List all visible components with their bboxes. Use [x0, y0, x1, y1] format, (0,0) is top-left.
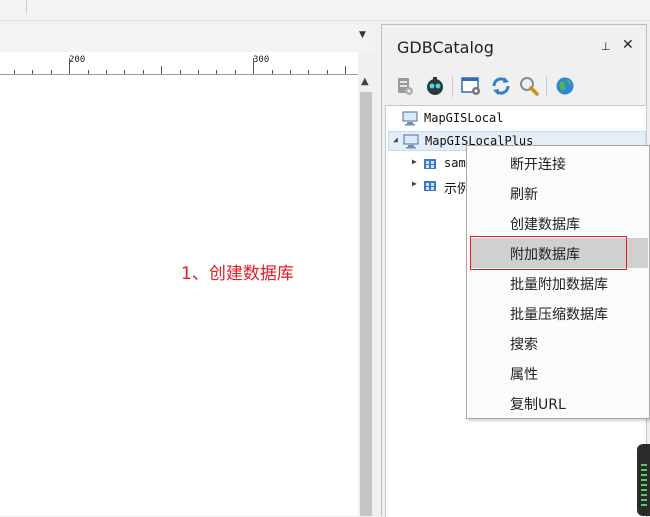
collapsed-arrow-icon[interactable]: ▶	[412, 157, 417, 166]
ruler-tick	[308, 70, 310, 74]
tree-node-label: MapGISLocal	[424, 111, 504, 125]
ruler-tick	[253, 58, 255, 74]
ruler-label-200: 200	[69, 55, 86, 65]
ruler-tick	[32, 70, 34, 74]
ruler-tick	[87, 70, 89, 74]
ruler-tick	[106, 70, 107, 74]
map-canvas[interactable]	[0, 75, 358, 516]
toolbar-separator	[546, 77, 547, 97]
search-icon[interactable]	[518, 75, 540, 97]
ruler-tick	[161, 66, 163, 74]
toolbar-separator	[452, 77, 453, 97]
ruler-tick	[142, 70, 144, 74]
ruler-tick	[198, 70, 199, 74]
meter-bar	[641, 469, 647, 471]
meter-bar	[641, 489, 647, 491]
menu-item-properties[interactable]: 属性	[470, 359, 648, 387]
window-settings-icon[interactable]	[460, 75, 482, 97]
collapsed-arrow-icon[interactable]: ▶	[412, 179, 417, 188]
meter-bar	[641, 474, 647, 476]
menu-item-batch-attach-database[interactable]: 批量附加数据库	[470, 269, 648, 297]
ruler-tick	[14, 70, 15, 74]
meter-bar	[641, 479, 647, 481]
refresh-icon[interactable]	[490, 75, 512, 97]
computer-icon	[403, 134, 419, 152]
toolbar-separator	[26, 0, 27, 14]
close-icon[interactable]: ✕	[622, 37, 634, 53]
menu-item-refresh[interactable]: 刷新	[470, 179, 648, 207]
ruler-tick	[124, 70, 126, 74]
chevron-down-icon[interactable]: ▼	[359, 30, 366, 40]
menu-item-search[interactable]: 搜索	[470, 329, 648, 357]
globe-icon[interactable]	[554, 75, 576, 97]
gear-robot-icon[interactable]	[424, 75, 446, 97]
ruler-tick	[234, 70, 236, 74]
menu-item-label: 批量压缩数据库	[510, 307, 608, 323]
catalog-toolbar	[390, 75, 640, 99]
menu-item-label: 搜索	[510, 337, 538, 353]
vertical-scrollbar[interactable]: ▲	[358, 74, 374, 516]
document-header: ▼	[0, 22, 375, 52]
meter-bar	[641, 484, 647, 486]
meter-bar	[641, 464, 647, 466]
ruler-tick	[345, 66, 347, 74]
annotation-highlight-box	[470, 236, 627, 270]
scrollbar-thumb[interactable]	[360, 92, 372, 516]
meter-bar	[641, 499, 647, 501]
menu-item-label: 批量附加数据库	[510, 277, 608, 293]
menu-item-label: 创建数据库	[510, 217, 580, 233]
menu-item-disconnect[interactable]: 断开连接	[470, 149, 648, 177]
context-menu: 断开连接 刷新 创建数据库 附加数据库 批量附加数据库 批量压缩数据库 搜索 属…	[466, 145, 650, 419]
database-icon	[422, 156, 438, 174]
menu-item-label: 复制URL	[510, 397, 566, 413]
pin-icon[interactable]: ⊥	[601, 40, 611, 53]
ruler-tick	[216, 70, 218, 74]
database-icon	[422, 178, 438, 196]
ruler-label-300: 300	[253, 55, 270, 65]
meter-bar	[641, 494, 647, 496]
scroll-up-icon[interactable]: ▲	[361, 76, 369, 87]
horizontal-ruler: 200 300	[0, 52, 358, 75]
menu-item-label: 断开连接	[510, 157, 566, 173]
tree-node-mapgislocal[interactable]: MapGISLocal	[402, 109, 642, 129]
menu-item-label: 属性	[510, 367, 538, 383]
annotation-text: 1、创建数据库	[181, 264, 294, 284]
side-meter-widget[interactable]	[637, 444, 650, 516]
tree-node-label: sam	[444, 156, 466, 170]
ruler-tick	[50, 70, 52, 74]
menu-item-create-database[interactable]: 创建数据库	[470, 209, 648, 237]
menu-item-batch-compress-database[interactable]: 批量压缩数据库	[470, 299, 648, 327]
panel-title: GDBCatalog	[397, 38, 494, 57]
menu-item-copy-url[interactable]: 复制URL	[470, 389, 648, 417]
computer-icon	[402, 111, 418, 129]
ruler-tick	[290, 70, 291, 74]
meter-bar	[641, 504, 647, 506]
menu-item-label: 刷新	[510, 187, 538, 203]
ruler-tick	[69, 58, 71, 74]
top-toolbar-strip	[0, 0, 650, 21]
ruler-tick	[179, 70, 181, 74]
expand-arrow-icon[interactable]: ◢	[393, 135, 398, 144]
database-settings-icon[interactable]	[394, 75, 416, 97]
ruler-tick	[326, 70, 328, 74]
ruler-tick	[271, 70, 273, 74]
